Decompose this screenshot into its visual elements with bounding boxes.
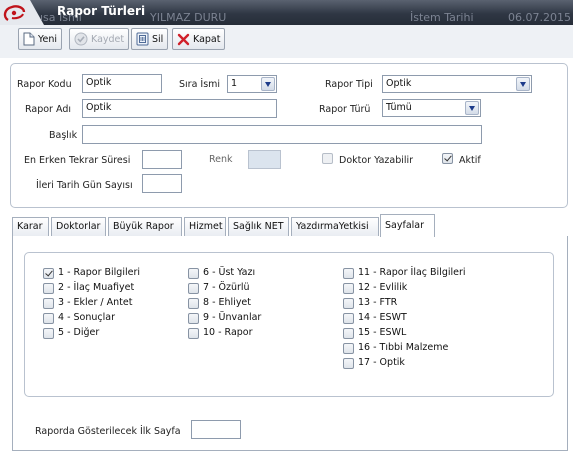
tab-hizmet[interactable]: Hizmet: [184, 217, 226, 236]
page-label: 13 - FTR: [358, 297, 398, 308]
page-checkbox[interactable]: [343, 283, 354, 294]
ileri-tarih-label: İleri Tarih Gün Sayısı: [36, 180, 133, 191]
en-erken-label: En Erken Tekrar Süresi: [24, 155, 131, 166]
ghost-text: 06.07.2015: [508, 11, 571, 24]
tab-yazdirma-yetkisi[interactable]: YazdırmaYetkisi: [291, 217, 379, 236]
page-checkbox[interactable]: [343, 343, 354, 354]
trash-icon: [136, 32, 149, 46]
page-label: 9 - Ünvanlar: [203, 312, 262, 323]
first-page-label: Raporda Gösterilecek İlk Sayfa: [35, 426, 181, 437]
window-title: Rapor Türleri: [57, 4, 146, 18]
rapor-adi-label: Rapor Adı: [25, 104, 71, 115]
page-label: 7 - Özürlü: [203, 282, 250, 293]
rapor-tipi-value: Optik: [386, 78, 412, 89]
page-label: 11 - Rapor İlaç Bilgileri: [358, 267, 466, 278]
save-button-label: Kaydet: [91, 33, 125, 45]
page-checkbox[interactable]: [188, 328, 199, 339]
page-checkbox[interactable]: [188, 298, 199, 309]
page-checkbox[interactable]: [343, 313, 354, 324]
ileri-tarih-input[interactable]: [142, 174, 182, 193]
page-label: 6 - Üst Yazı: [203, 267, 256, 278]
aktif-checkbox[interactable]: [442, 153, 453, 164]
tab-doktorlar[interactable]: Doktorlar: [51, 217, 106, 236]
page-label: 12 - Evlilik: [358, 282, 408, 293]
page-checkbox[interactable]: [43, 328, 54, 339]
check-circle-icon: [74, 32, 88, 46]
tab-saglik-net[interactable]: Sağlık NET: [228, 217, 289, 236]
chevron-down-icon[interactable]: [516, 77, 530, 91]
rapor-turu-value: Tümü: [386, 102, 412, 113]
app-logo-icon: [0, 0, 44, 25]
rapor-adi-input[interactable]: Optik: [82, 99, 277, 118]
page-label: 2 - İlaç Muafiyet: [58, 282, 135, 293]
tab-sayfalar[interactable]: Sayfalar: [380, 214, 435, 237]
chevron-down-icon[interactable]: [261, 77, 275, 91]
page-checkbox[interactable]: [43, 268, 54, 279]
page-checkbox[interactable]: [188, 313, 199, 324]
page-checkbox[interactable]: [43, 283, 54, 294]
close-button-label: Kapat: [193, 33, 221, 45]
sira-ismi-select[interactable]: 1: [227, 75, 277, 93]
rapor-tipi-select[interactable]: Optik: [382, 75, 532, 93]
page-checkbox[interactable]: [343, 268, 354, 279]
close-button[interactable]: Kapat: [172, 28, 226, 50]
aktif-label: Aktif: [459, 155, 481, 166]
page-checkbox[interactable]: [343, 298, 354, 309]
pages-panel: 1 - Rapor Bilgileri 2 - İlaç Muafiyet 3 …: [24, 252, 554, 397]
page-label: 8 - Ehliyet: [203, 297, 252, 308]
delete-button[interactable]: Sil: [131, 28, 169, 50]
tab-karar[interactable]: Karar: [12, 217, 49, 236]
page-label: 16 - Tıbbi Malzeme: [358, 342, 449, 353]
page-checkbox[interactable]: [188, 283, 199, 294]
page-checkbox[interactable]: [188, 268, 199, 279]
title-bar: ısa İsmi YILMAZ DURU İstem Tarihi 06.07.…: [0, 0, 573, 25]
renk-label: Renk: [209, 154, 233, 165]
new-document-icon: [23, 32, 35, 46]
doktor-yazabilir-checkbox[interactable]: [322, 153, 333, 164]
rapor-turu-label: Rapor Türü: [319, 104, 371, 115]
tab-buyuk-rapor[interactable]: Büyük Rapor: [108, 217, 182, 236]
baslik-input[interactable]: [82, 125, 482, 144]
page-checkbox[interactable]: [343, 358, 354, 369]
doktor-yazabilir-label: Doktor Yazabilir: [339, 155, 414, 166]
en-erken-input[interactable]: [142, 150, 182, 169]
page-label: 15 - ESWL: [358, 327, 407, 338]
close-icon: [177, 33, 190, 45]
page-checkbox[interactable]: [43, 298, 54, 309]
rapor-kodu-label: Rapor Kodu: [17, 79, 72, 90]
baslik-label: Başlık: [49, 130, 78, 141]
sira-ismi-value: 1: [231, 78, 238, 89]
ghost-text: İstem Tarihi: [410, 11, 474, 24]
page-checkbox[interactable]: [43, 313, 54, 324]
save-button[interactable]: Kaydet: [69, 28, 130, 50]
rapor-tipi-label: Rapor Tipi: [325, 79, 373, 90]
sira-ismi-label: Sıra İsmi: [179, 79, 221, 90]
ghost-text: YILMAZ DURU: [150, 11, 227, 24]
toolbar: Yeni Kaydet Sil Kapat: [0, 25, 573, 58]
rapor-kodu-input[interactable]: Optik: [82, 74, 162, 93]
page-label: 14 - ESWT: [358, 312, 407, 323]
rapor-turu-select[interactable]: Tümü: [382, 99, 481, 117]
chevron-down-icon[interactable]: [465, 101, 479, 115]
page-label: 1 - Rapor Bilgileri: [58, 267, 140, 278]
delete-button-label: Sil: [152, 33, 164, 45]
page-label: 5 - Diğer: [58, 327, 100, 338]
page-label: 10 - Rapor: [203, 327, 253, 338]
page-label: 4 - Sonuçlar: [58, 312, 115, 323]
new-button[interactable]: Yeni: [18, 28, 63, 50]
first-page-input[interactable]: [191, 420, 241, 439]
report-form-panel: Rapor Kodu Optik Sıra İsmi 1 Rapor Tipi …: [10, 63, 568, 208]
page-checkbox[interactable]: [343, 328, 354, 339]
page-label: 17 - Optik: [358, 357, 405, 368]
renk-color-box[interactable]: [248, 150, 281, 169]
new-button-label: Yeni: [38, 33, 58, 45]
page-label: 3 - Ekler / Antet: [58, 297, 133, 308]
